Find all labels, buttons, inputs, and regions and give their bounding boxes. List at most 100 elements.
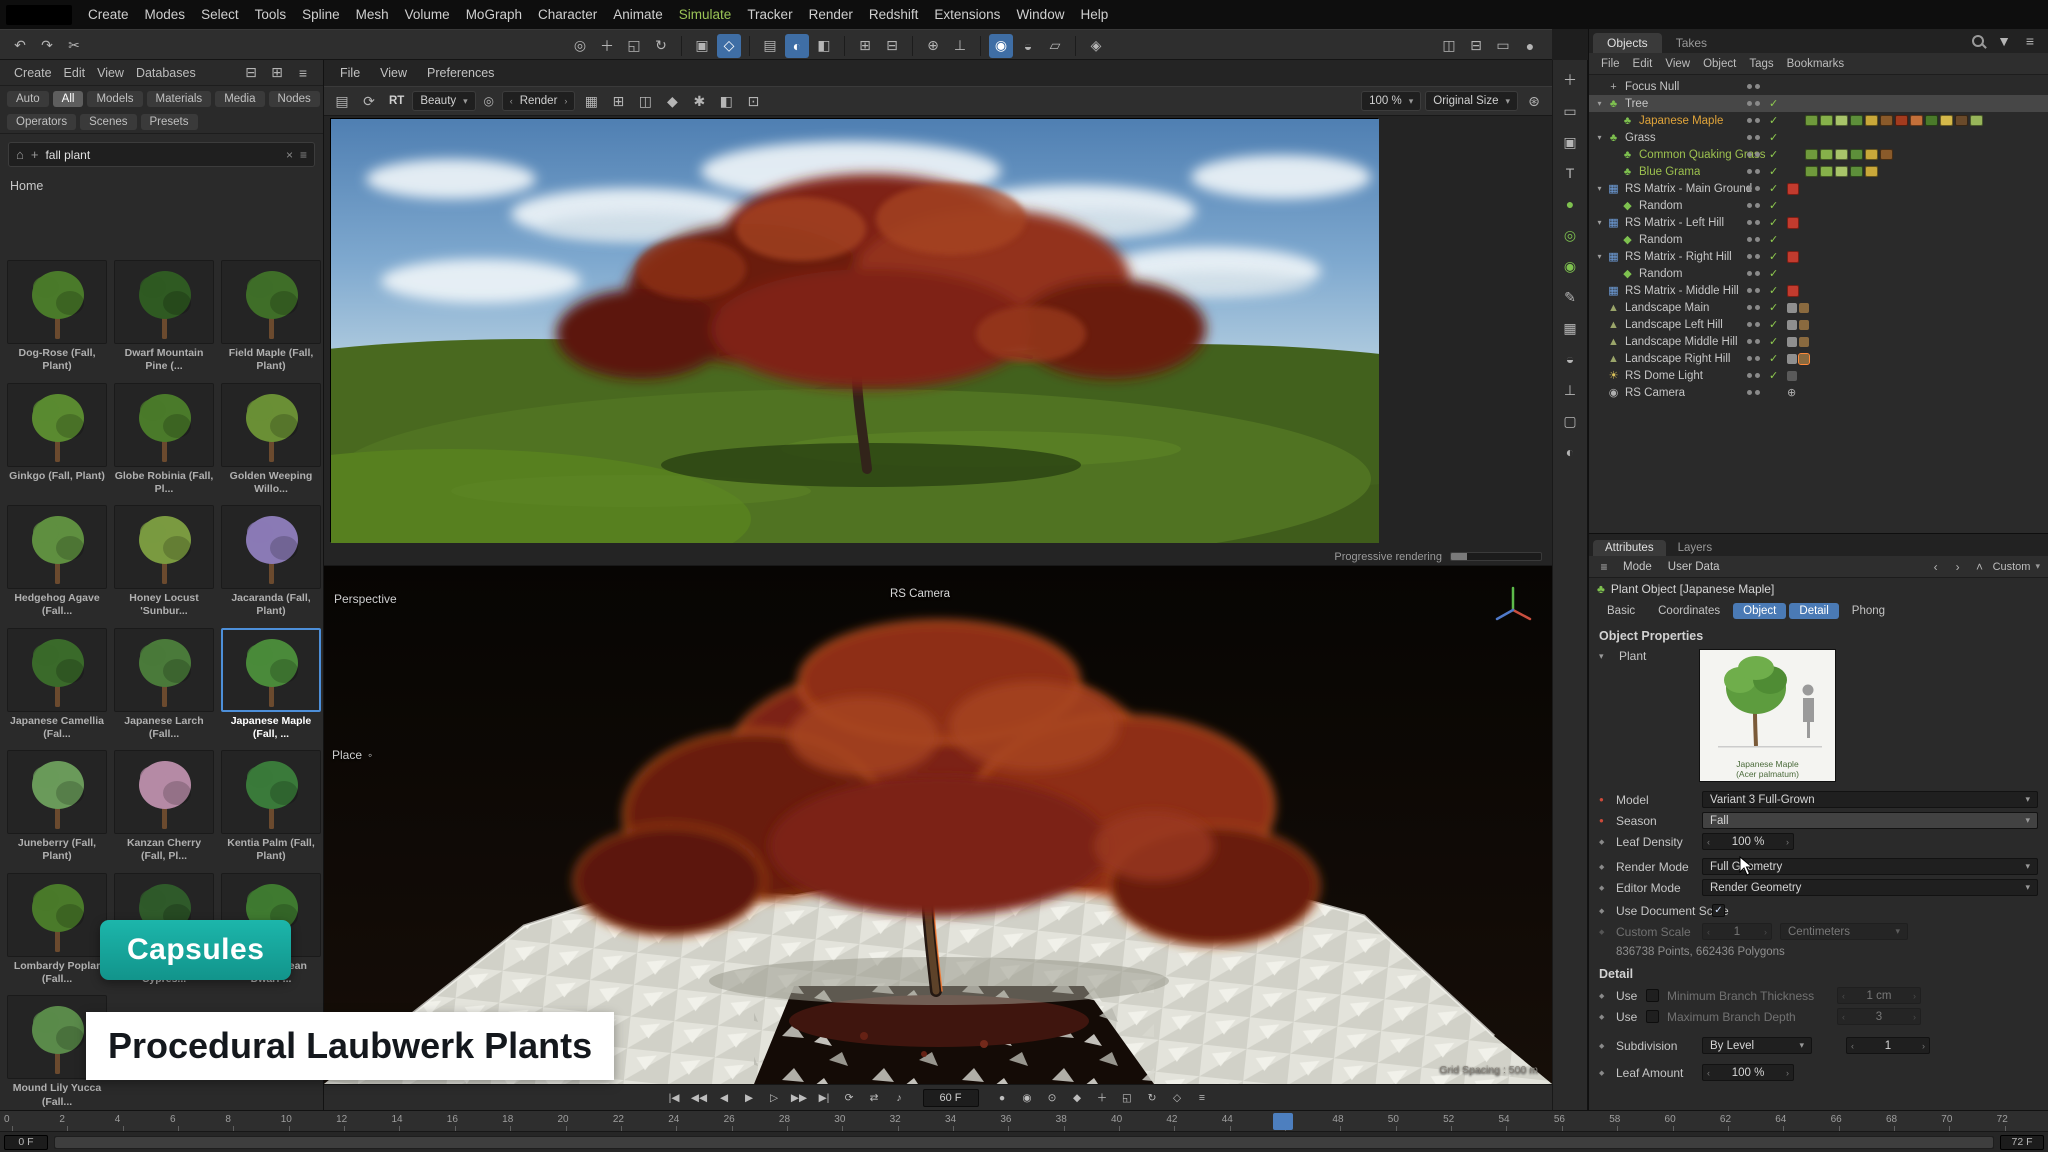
visibility-dots[interactable] [1747, 322, 1760, 327]
object-row-landscape-middle-hill[interactable]: ▲Landscape Middle Hill✓ [1589, 333, 2048, 350]
lock-icon[interactable]: ◈ [1084, 34, 1108, 58]
asset-item-globe-robinia-fall-pl[interactable]: Globe Robinia (Fall, Pl... [112, 383, 216, 498]
enabled-check-icon[interactable]: ✓ [1769, 318, 1778, 331]
object-row-random[interactable]: ◆Random✓ [1589, 231, 2048, 248]
search-icon[interactable] [1972, 35, 1984, 47]
range-start-field[interactable]: 0 F [4, 1135, 48, 1150]
enabled-check-icon[interactable]: ✓ [1769, 165, 1778, 178]
magnet-icon[interactable]: ◒ [1016, 34, 1040, 58]
use-document-scale-checkbox[interactable]: ✓ [1712, 904, 1725, 917]
perspective-viewport[interactable]: Perspective RS Camera Place◦ Grid Spacin… [324, 566, 1552, 1084]
visibility-dots[interactable] [1747, 390, 1760, 395]
kf-rotation-icon[interactable]: ↻ [1141, 1088, 1164, 1108]
object-row-focus-null[interactable]: +Focus Null [1589, 78, 2048, 95]
enabled-check-icon[interactable]: ✓ [1769, 216, 1778, 229]
keyframe-dot-icon[interactable]: ◆ [1599, 838, 1616, 846]
texture-tag-icon[interactable] [1799, 337, 1809, 347]
subfilter-presets[interactable]: Presets [141, 114, 198, 130]
star-icon[interactable]: ✱ [687, 89, 711, 113]
live-selection-icon[interactable]: ◎ [568, 34, 592, 58]
visibility-dots[interactable] [1747, 220, 1760, 225]
material-chips[interactable] [1805, 166, 1878, 177]
texture-tag-icon[interactable] [1799, 320, 1809, 330]
visibility-dots[interactable] [1747, 305, 1760, 310]
keyframe-dot-icon[interactable]: ● [1599, 795, 1616, 804]
filter-all[interactable]: All [53, 91, 84, 107]
asset-item-golden-weeping-willo[interactable]: Golden Weeping Willo... [219, 383, 323, 498]
sweep-icon[interactable]: ◆ [660, 89, 684, 113]
home-icon[interactable]: ⌂ [16, 147, 24, 162]
filter-models[interactable]: Models [87, 91, 142, 107]
object-tags[interactable] [1787, 285, 1799, 297]
lock-render-icon[interactable]: ◎ [480, 92, 498, 110]
kf-position-icon[interactable]: ＋ [1091, 1088, 1114, 1108]
render-view-icon[interactable]: ▤ [758, 34, 782, 58]
asset-item-ginkgo-fall-plant[interactable]: Ginkgo (Fall, Plant) [5, 383, 109, 498]
visibility-dots[interactable] [1747, 152, 1760, 157]
menu-main-character[interactable]: Character [530, 4, 605, 25]
asset-item-jacaranda-fall-plant[interactable]: Jacaranda (Fall, Plant) [219, 505, 323, 620]
material-chips[interactable] [1805, 149, 1893, 160]
menu-asset-edit[interactable]: Edit [58, 64, 92, 82]
phong-tag-icon[interactable] [1787, 337, 1797, 347]
autokey-icon[interactable]: ◉ [1016, 1088, 1039, 1108]
texture-tag-icon[interactable] [1799, 354, 1809, 364]
keyframe-dot-icon[interactable]: ◆ [1599, 1069, 1616, 1077]
render-pass-dropdown[interactable]: Beauty▾ [412, 91, 475, 111]
spinner-down-icon[interactable]: ‹ [1707, 1068, 1710, 1078]
asset-item-kentia-palm-fall-plant[interactable]: Kentia Palm (Fall, Plant) [219, 750, 323, 865]
filter-materials[interactable]: Materials [147, 91, 212, 107]
menu-main-create[interactable]: Create [80, 4, 137, 25]
filter-nodes[interactable]: Nodes [269, 91, 320, 107]
menu-object-manager-tags[interactable]: Tags [1743, 56, 1779, 72]
enabled-check-icon[interactable]: ✓ [1769, 148, 1778, 161]
current-frame-field[interactable]: 60 F [923, 1089, 979, 1107]
menu-main-extensions[interactable]: Extensions [926, 4, 1008, 25]
visibility-dots[interactable] [1747, 101, 1760, 106]
attr-tab-object[interactable]: Object [1733, 603, 1786, 619]
keyframe-dot-icon[interactable]: ◆ [1599, 863, 1616, 871]
visibility-dots[interactable] [1747, 118, 1760, 123]
keyframe-dot-icon[interactable]: ◆ [1599, 1013, 1616, 1021]
mode-menu[interactable]: Mode [1617, 560, 1658, 574]
menu-object-manager-bookmarks[interactable]: Bookmarks [1781, 56, 1851, 72]
view-frame-icon[interactable]: ▭ [1558, 99, 1582, 123]
workplane-icon[interactable]: ▱ [1043, 34, 1067, 58]
enabled-check-icon[interactable]: ✓ [1769, 335, 1778, 348]
phong-tag-icon[interactable] [1787, 354, 1797, 364]
asset-item-lombardy-poplar-fall[interactable]: Lombardy Poplar (Fall... [5, 873, 109, 988]
object-row-rs-camera[interactable]: ◉RS Camera⊕ [1589, 384, 2048, 401]
menu-main-help[interactable]: Help [1072, 4, 1116, 25]
subfilter-operators[interactable]: Operators [7, 114, 76, 130]
asset-item-juneberry-fall-plant[interactable]: Juneberry (Fall, Plant) [5, 750, 109, 865]
model-mode-icon[interactable]: ▣ [690, 34, 714, 58]
menu-main-simulate[interactable]: Simulate [671, 4, 740, 25]
enabled-check-icon[interactable]: ✓ [1769, 97, 1778, 110]
spinner-up-icon[interactable]: › [1786, 837, 1789, 847]
visibility-dots[interactable] [1747, 186, 1760, 191]
grid-snap-icon[interactable]: ⊞ [853, 34, 877, 58]
object-row-rs-matrix-left-hill[interactable]: ▾▦RS Matrix - Left Hill✓ [1589, 214, 2048, 231]
snap-icon[interactable]: ◉ [989, 34, 1013, 58]
object-tags[interactable] [1787, 217, 1799, 229]
timeline-ruler[interactable]: 0246810121416182022242628303234363840424… [0, 1110, 2048, 1131]
next-key-icon[interactable]: ▶▶ [788, 1088, 811, 1108]
menu-icon[interactable]: ≡ [1595, 558, 1613, 576]
visibility-dots[interactable] [1747, 135, 1760, 140]
redo-icon[interactable]: ↷ [35, 34, 59, 58]
place-tool-label[interactable]: Place◦ [332, 748, 372, 762]
timeline-playhead[interactable] [1273, 1113, 1293, 1130]
leaf-amount-field[interactable]: ‹100 %› [1702, 1064, 1794, 1081]
min-branch-checkbox[interactable] [1646, 989, 1659, 1002]
kf-pla-icon[interactable]: ≡ [1191, 1088, 1214, 1108]
menu-main-redshift[interactable]: Redshift [861, 4, 927, 25]
view-cloner-icon[interactable]: ◎ [1558, 223, 1582, 247]
size-dropdown[interactable]: Original Size▾ [1425, 91, 1518, 111]
menu-asset-create[interactable]: Create [8, 64, 58, 82]
go-start-icon[interactable]: |◀ [663, 1088, 686, 1108]
menu-main-volume[interactable]: Volume [397, 4, 458, 25]
tab-objects[interactable]: Objects [1593, 33, 1662, 53]
camera-tag-icon[interactable]: ⊕ [1787, 386, 1796, 399]
asset-item-hedgehog-agave-fall[interactable]: Hedgehog Agave (Fall... [5, 505, 109, 620]
asset-search-field[interactable]: ⌂ + fall plant × ≡ [8, 142, 315, 167]
